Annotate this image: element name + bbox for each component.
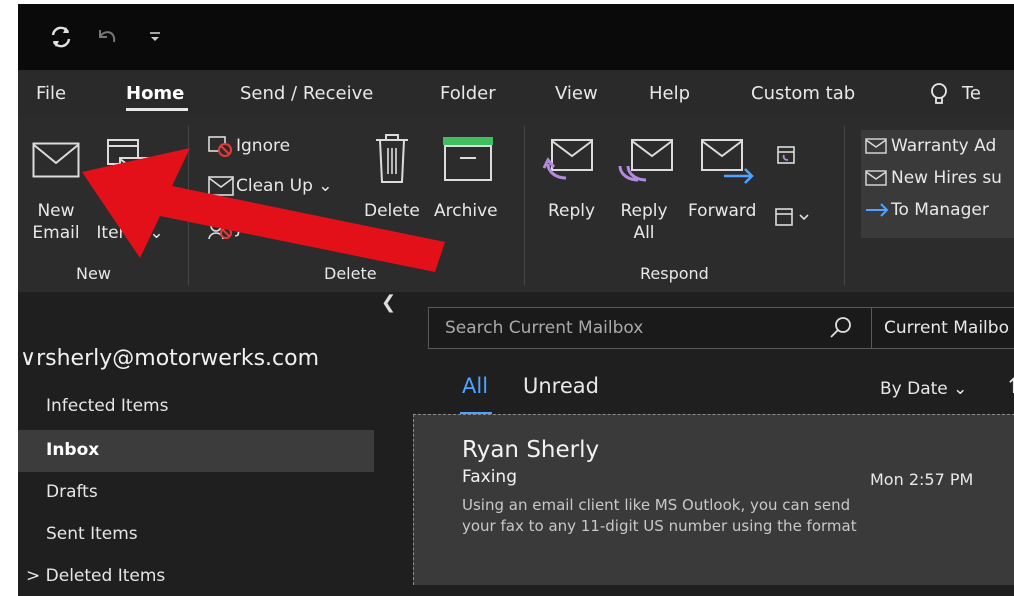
search-input[interactable]: Search Current Mailbox <box>428 307 873 349</box>
folder-inbox[interactable]: Inbox <box>46 440 99 460</box>
ribbon-tabs: File Home Send / Receive Folder View Hel… <box>18 70 1014 116</box>
delete-icon[interactable] <box>374 132 410 184</box>
undo-icon[interactable] <box>94 24 120 50</box>
search-icon[interactable] <box>829 316 853 340</box>
outlook-window: File Home Send / Receive Folder View Hel… <box>18 4 1014 596</box>
junk-button[interactable]: Junk ⌄ <box>236 218 292 238</box>
message-subject: Faxing <box>462 467 517 487</box>
folder-pane: ❮ ∨rsherly@motorwerks.com Infected Items… <box>18 292 413 596</box>
sort-direction-icon[interactable]: ↑ <box>1005 374 1014 398</box>
search-scope-dropdown[interactable]: Current Mailbo <box>871 307 1014 349</box>
folder-deleted-items[interactable]: > Deleted Items <box>26 566 165 586</box>
meeting-reply-icon[interactable] <box>776 144 798 166</box>
ribbon-separator <box>844 126 845 286</box>
forward-icon[interactable] <box>700 138 756 184</box>
new-items-button[interactable]: New Items ⌄ <box>94 200 166 244</box>
search-placeholder: Search Current Mailbox <box>445 318 644 338</box>
filter-unread[interactable]: Unread <box>523 374 599 398</box>
quick-step-to-manager[interactable]: To Manager <box>891 200 989 220</box>
tab-folder[interactable]: Folder <box>440 83 496 104</box>
message-time: Mon 2:57 PM <box>870 470 974 489</box>
reply-all-icon[interactable] <box>618 138 674 184</box>
active-tab-underline <box>126 108 188 111</box>
home-ribbon: New Email New Items ⌄ New Ignore Clean Up … <box>18 116 1014 292</box>
clean-up-button[interactable]: Clean Up ⌄ <box>236 176 333 196</box>
arrow-right-icon <box>866 203 889 217</box>
filter-all[interactable]: All <box>462 374 488 398</box>
quick-access-toolbar <box>18 4 1014 70</box>
tab-view[interactable]: View <box>555 83 598 104</box>
forward-button[interactable]: Forward <box>688 200 756 222</box>
tab-custom[interactable]: Custom tab <box>751 83 855 104</box>
message-item[interactable]: Ryan Sherly Faxing Mon 2:57 PM Using an … <box>413 414 1014 585</box>
archive-button[interactable]: Archive <box>434 200 498 222</box>
folder-drafts[interactable]: Drafts <box>46 482 98 502</box>
group-label-delete: Delete <box>324 264 377 283</box>
customize-qat-icon[interactable] <box>148 30 162 44</box>
group-label-new: New <box>76 264 111 283</box>
new-email-button[interactable]: New Email <box>32 200 80 244</box>
group-label-respond: Respond <box>640 264 709 283</box>
folder-infected-items[interactable]: Infected Items <box>46 396 168 416</box>
ignore-button[interactable]: Ignore <box>236 136 290 156</box>
tab-home[interactable]: Home <box>126 83 184 104</box>
junk-icon <box>208 220 232 240</box>
search-scope-label: Current Mailbo <box>884 318 1009 338</box>
message-preview: Using an email client like MS Outlook, y… <box>462 496 857 535</box>
reply-button[interactable]: Reply <box>548 200 595 222</box>
message-list-pane: Search Current Mailbox Current Mailbo Al… <box>413 292 1014 596</box>
mail-icon <box>865 138 887 154</box>
clean-up-icon <box>208 176 234 196</box>
ribbon-separator <box>524 126 525 286</box>
folder-sent-items[interactable]: Sent Items <box>46 524 138 544</box>
tab-file[interactable]: File <box>36 83 66 104</box>
sync-icon[interactable] <box>48 24 74 50</box>
ribbon-separator <box>188 126 189 286</box>
quick-step-warranty[interactable]: Warranty Ad <box>891 136 996 156</box>
ignore-icon <box>208 136 232 157</box>
tab-help[interactable]: Help <box>649 83 690 104</box>
reply-icon[interactable] <box>542 138 594 184</box>
sort-by-date[interactable]: By Date ⌄ <box>880 379 967 399</box>
message-sender: Ryan Sherly <box>462 437 600 463</box>
reply-all-button[interactable]: Reply All <box>616 200 672 244</box>
mail-icon <box>865 170 887 186</box>
new-items-icon[interactable] <box>106 136 154 184</box>
new-email-icon[interactable] <box>32 142 80 178</box>
quick-step-new-hires[interactable]: New Hires su <box>891 168 1002 188</box>
quick-steps-gallery: Warranty Ad New Hires su To Manager <box>861 130 1014 238</box>
archive-icon[interactable] <box>442 136 494 182</box>
delete-button[interactable]: Delete <box>364 200 420 222</box>
tab-send-receive[interactable]: Send / Receive <box>240 83 373 104</box>
lightbulb-icon[interactable] <box>930 82 948 108</box>
collapse-pane-icon[interactable]: ❮ <box>381 292 396 313</box>
account-node[interactable]: ∨rsherly@motorwerks.com <box>20 346 319 371</box>
tell-me-search[interactable]: Te <box>962 83 981 104</box>
more-respond-icon[interactable] <box>774 206 810 228</box>
